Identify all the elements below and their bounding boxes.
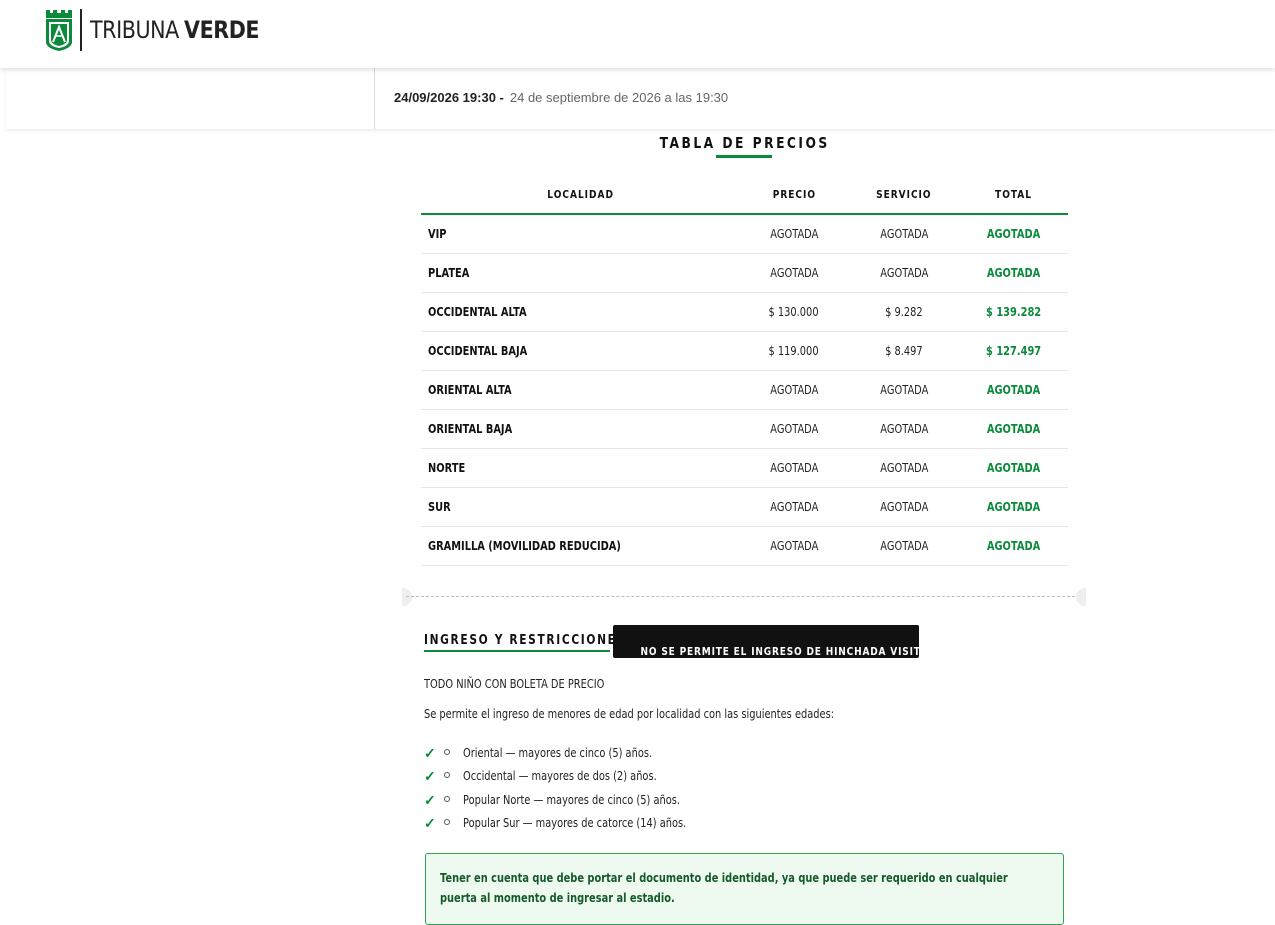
prices-title-underline — [716, 155, 772, 158]
check-icon: ✓ — [424, 768, 436, 785]
bullet-circle-icon — [444, 795, 450, 802]
cell-servicio: AGOTADA — [879, 227, 929, 241]
cell-precio: AGOTADA — [769, 383, 819, 397]
cell-total: AGOTADA — [987, 227, 1041, 241]
cell-servicio: AGOTADA — [879, 383, 929, 397]
cell-precio: AGOTADA — [769, 461, 819, 475]
event-date-short: 24/09/2026 19:30 - — [394, 90, 504, 105]
ingreso-title-underline — [424, 650, 610, 652]
brand-name-light: TRIBUNA — [90, 16, 179, 44]
id-document-notice: Tener en cuenta que debe portar el docum… — [425, 853, 1064, 925]
event-date-bar: 24/09/2026 19:30 - 24 de septiembre de 20… — [6, 68, 1275, 129]
cell-total: AGOTADA — [987, 383, 1041, 397]
visitor-restriction-badge: NO SE PERMITE EL INGRESO DE HINCHADA VIS… — [613, 625, 949, 658]
cell-total: AGOTADA — [987, 461, 1041, 475]
prices-title: TABLA DE PRECIOS — [659, 134, 831, 152]
logo-divider — [80, 9, 82, 51]
cell-total: AGOTADA — [987, 500, 1041, 514]
cell-total: AGOTADA — [987, 422, 1041, 436]
table-row: OCCIDENTAL ALTA $ 130.000 $ 9.282 $ 139.282 — [421, 293, 1068, 332]
event-date-long: 24 de septiembre de 2026 a las 19:30 — [509, 90, 729, 105]
cell-localidad: PLATEA — [428, 266, 470, 280]
cell-total: AGOTADA — [987, 539, 1041, 553]
club-shield-icon — [46, 10, 72, 51]
cell-servicio: $ 8.497 — [885, 344, 923, 358]
cell-localidad: NORTE — [428, 461, 466, 475]
table-row: NORTE AGOTADA AGOTADA AGOTADA — [421, 449, 1068, 488]
table-row: SUR AGOTADA AGOTADA AGOTADA — [421, 488, 1068, 527]
check-icon: ✓ — [424, 745, 436, 761]
cell-localidad: OCCIDENTAL ALTA — [428, 305, 527, 319]
cell-precio: $ 119.000 — [768, 344, 820, 358]
cell-servicio: AGOTADA — [879, 539, 929, 553]
table-row: GRAMILLA (MOVILIDAD REDUCIDA) AGOTADA AGOT… — [421, 527, 1068, 566]
prices-table-body: VIP AGOTADA AGOTADA AGOTADA PLATEA AGOTADA AGO… — [421, 215, 1068, 566]
dashed-separator — [406, 596, 1080, 597]
cell-localidad: SUR — [428, 500, 451, 514]
cell-servicio: AGOTADA — [879, 422, 929, 436]
cell-servicio: $ 9.282 — [885, 305, 923, 319]
site-logo[interactable]: TRIBUNA VERDE — [44, 8, 287, 52]
prices-table-header: LOCALIDAD PRECIO SERVICIO TOTAL — [421, 176, 1068, 215]
cell-precio: AGOTADA — [769, 539, 819, 553]
bullet-circle-icon — [444, 749, 450, 755]
cell-precio: AGOTADA — [769, 422, 819, 436]
minors-intro: Se permite el ingreso de menores de edad… — [424, 707, 835, 721]
brand-wordmark: TRIBUNA VERDE — [90, 16, 260, 44]
cell-servicio: AGOTADA — [879, 461, 929, 475]
cell-precio: $ 130.000 — [768, 305, 820, 319]
cell-localidad: GRAMILLA (MOVILIDAD REDUCIDA) — [428, 539, 621, 553]
event-date: 24/09/2026 19:30 - 24 de septiembre de 20… — [394, 90, 728, 105]
cell-localidad: ORIENTAL ALTA — [428, 383, 512, 397]
cell-servicio: AGOTADA — [879, 500, 929, 514]
cell-total: $ 139.282 — [986, 305, 1042, 319]
check-icon: ✓ — [424, 814, 436, 831]
date-divider — [374, 68, 375, 129]
check-icon: ✓ — [424, 791, 436, 808]
col-localidad: LOCALIDAD — [547, 188, 615, 201]
cell-servicio: AGOTADA — [879, 266, 929, 280]
cell-total: $ 127.497 — [986, 344, 1042, 358]
site-header: TRIBUNA VERDE — [0, 0, 1275, 68]
col-total: TOTAL — [995, 188, 1033, 201]
cell-total: AGOTADA — [987, 266, 1041, 280]
bullet-circle-icon — [444, 818, 450, 825]
col-servicio: SERVICIO — [876, 188, 932, 201]
brand-name-bold: VERDE — [184, 16, 260, 44]
col-precio: PRECIO — [772, 188, 816, 201]
cell-localidad: VIP — [428, 227, 447, 241]
bullet-circle-icon — [444, 772, 450, 779]
table-row: ORIENTAL BAJA AGOTADA AGOTADA AGOTADA — [421, 410, 1068, 449]
cell-localidad: OCCIDENTAL BAJA — [428, 344, 528, 358]
table-row: PLATEA AGOTADA AGOTADA AGOTADA — [421, 254, 1068, 293]
separator-cap-left — [402, 588, 412, 606]
separator-cap-right — [1076, 588, 1086, 606]
cell-precio: AGOTADA — [769, 500, 819, 514]
prices-table: LOCALIDAD PRECIO SERVICIO TOTAL VIP AGOTA… — [421, 176, 1068, 566]
cell-precio: AGOTADA — [769, 266, 819, 280]
id-document-notice-text: Tener en cuenta que debe portar el docum… — [440, 871, 1008, 905]
cell-localidad: ORIENTAL BAJA — [428, 422, 513, 436]
child-ticket-note: TODO NIÑO CON BOLETA DE PRECIO — [424, 677, 605, 691]
cell-precio: AGOTADA — [769, 227, 819, 241]
table-row: OCCIDENTAL BAJA $ 119.000 $ 8.497 $ 127.497 — [421, 332, 1068, 371]
table-row: VIP AGOTADA AGOTADA AGOTADA — [421, 215, 1068, 254]
table-row: ORIENTAL ALTA AGOTADA AGOTADA AGOTADA — [421, 371, 1068, 410]
